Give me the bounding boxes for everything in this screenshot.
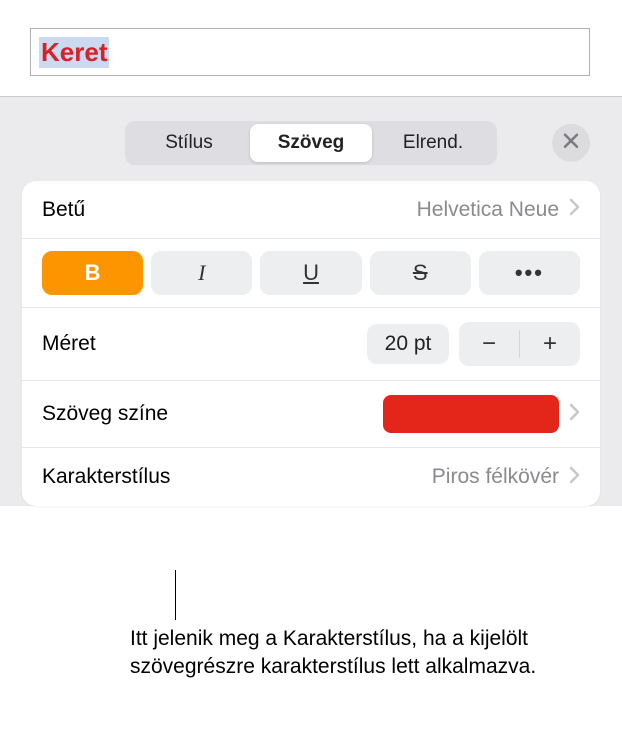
- chevron-right-icon: [569, 198, 580, 221]
- size-decrease-button[interactable]: −: [459, 322, 519, 366]
- text-color-swatch[interactable]: [383, 395, 559, 433]
- text-color-label: Szöveg színe: [42, 402, 383, 426]
- minus-icon: −: [482, 330, 496, 358]
- size-stepper: − +: [459, 322, 580, 366]
- character-style-label: Karakterstílus: [42, 465, 432, 489]
- font-label: Betű: [42, 198, 417, 222]
- more-icon: •••: [515, 260, 544, 286]
- underline-icon: U: [303, 260, 319, 286]
- tab-style[interactable]: Stílus: [128, 124, 250, 162]
- text-color-row[interactable]: Szöveg színe: [22, 381, 600, 448]
- size-label: Méret: [42, 332, 357, 356]
- style-buttons-row: B I U S •••: [22, 239, 600, 308]
- font-value: Helvetica Neue: [417, 198, 559, 222]
- close-icon: [563, 132, 579, 153]
- strikethrough-icon: S: [413, 260, 428, 286]
- tab-bar: Stílus Szöveg Elrend.: [0, 97, 622, 181]
- text-settings-card: Betű Helvetica Neue B I U S ••• Méret 20…: [22, 181, 600, 506]
- chevron-right-icon: [569, 466, 580, 489]
- plus-icon: +: [543, 330, 557, 358]
- canvas-area: Keret: [0, 0, 622, 96]
- more-options-button[interactable]: •••: [479, 251, 580, 295]
- font-row[interactable]: Betű Helvetica Neue: [22, 181, 600, 239]
- tab-text[interactable]: Szöveg: [250, 124, 372, 162]
- chevron-right-icon: [569, 403, 580, 426]
- italic-icon: I: [198, 260, 205, 286]
- italic-button[interactable]: I: [151, 251, 252, 295]
- close-button[interactable]: [552, 124, 590, 162]
- character-style-row[interactable]: Karakterstílus Piros félkövér: [22, 448, 600, 506]
- tab-arrange[interactable]: Elrend.: [372, 124, 494, 162]
- segmented-control: Stílus Szöveg Elrend.: [125, 121, 497, 165]
- format-panel: Stílus Szöveg Elrend. Betű Helvetica Neu…: [0, 96, 622, 506]
- text-frame[interactable]: Keret: [30, 28, 590, 76]
- callout-text: Itt jelenik meg a Karakterstílus, ha a k…: [130, 625, 550, 682]
- character-style-value: Piros félkövér: [432, 465, 559, 489]
- size-increase-button[interactable]: +: [520, 322, 580, 366]
- size-value[interactable]: 20 pt: [367, 324, 449, 364]
- underline-button[interactable]: U: [260, 251, 361, 295]
- selected-text[interactable]: Keret: [39, 37, 109, 68]
- callout-leader-line: [175, 570, 176, 620]
- strikethrough-button[interactable]: S: [370, 251, 471, 295]
- bold-icon: B: [85, 260, 101, 286]
- bold-button[interactable]: B: [42, 251, 143, 295]
- size-row: Méret 20 pt − +: [22, 308, 600, 381]
